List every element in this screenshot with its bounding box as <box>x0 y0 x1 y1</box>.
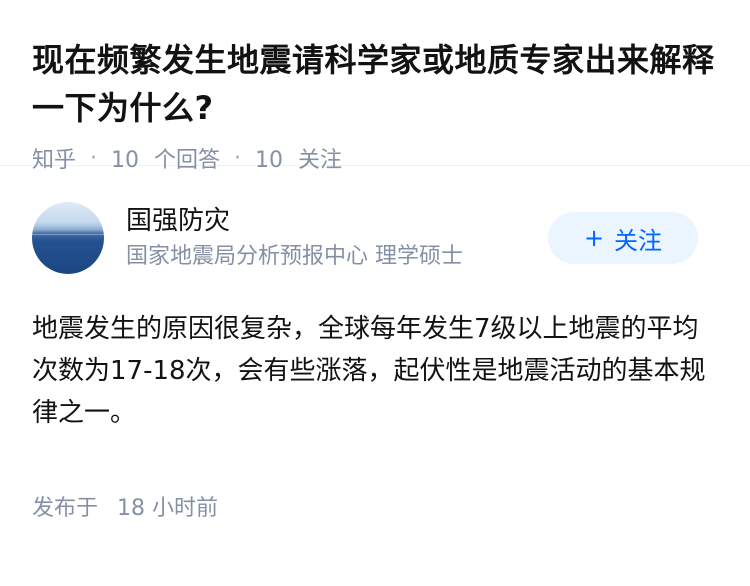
author-info: 国强防灾 国家地震局分析预报中心 理学硕士 <box>126 204 463 272</box>
meta-separator: · <box>90 145 98 171</box>
meta-separator: · <box>234 145 242 171</box>
question-header: 现在频繁发生地震请科学家或地质专家出来解释一下为什么? 知乎 · 10 个回答 … <box>0 0 750 173</box>
author-row: 国强防灾 国家地震局分析预报中心 理学硕士 + 关注 <box>32 202 718 274</box>
avatar[interactable] <box>32 202 104 274</box>
published-time: 18 小时前 <box>117 496 219 521</box>
answer-card: 国强防灾 国家地震局分析预报中心 理学硕士 + 关注 地震发生的原因很复杂，全球… <box>0 166 750 522</box>
followers-count-number: 10 <box>255 148 284 173</box>
plus-icon: + <box>583 224 605 252</box>
question-title[interactable]: 现在频繁发生地震请科学家或地质专家出来解释一下为什么? <box>32 36 718 132</box>
published-label: 发布于 <box>32 496 99 521</box>
follow-button[interactable]: + 关注 <box>548 212 698 264</box>
answer-content[interactable]: 地震发生的原因很复杂，全球每年发生7级以上地震的平均次数为17-18次，会有些涨… <box>32 308 712 434</box>
follow-button-label: 关注 <box>614 226 663 255</box>
answer-footer: 发布于 18 小时前 <box>32 490 718 522</box>
author-bio: 国家地震局分析预报中心 理学硕士 <box>126 244 463 269</box>
answers-count-number: 10 <box>111 148 140 173</box>
followers-count[interactable]: 10 关注 <box>255 142 342 174</box>
answers-count-label: 个回答 <box>154 148 221 173</box>
followers-count-label: 关注 <box>298 148 343 173</box>
source-label[interactable]: 知乎 <box>32 142 76 174</box>
answers-count[interactable]: 10 个回答 <box>111 142 220 174</box>
author-name[interactable]: 国强防灾 <box>126 204 463 238</box>
